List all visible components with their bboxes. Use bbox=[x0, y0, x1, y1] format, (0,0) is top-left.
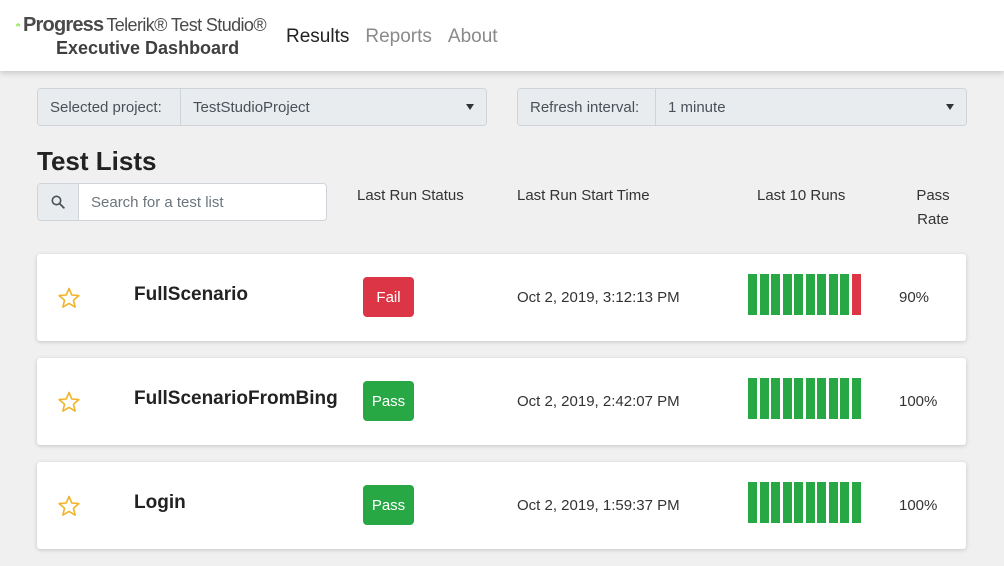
brand-progress-text: Progress bbox=[23, 13, 104, 36]
caret-down-icon bbox=[466, 104, 474, 110]
pass-rate: 100% bbox=[899, 497, 938, 514]
caret-down-icon bbox=[946, 104, 954, 110]
column-header-pass-rate[interactable]: Pass Rate bbox=[908, 184, 958, 232]
run-bar-pass[interactable] bbox=[771, 378, 780, 419]
run-bar-pass[interactable] bbox=[840, 482, 849, 523]
run-bar-pass[interactable] bbox=[782, 482, 792, 523]
run-bar-pass[interactable] bbox=[748, 274, 757, 315]
run-bar-pass[interactable] bbox=[759, 378, 769, 419]
status-badge: Fail bbox=[363, 277, 414, 317]
run-bar-pass[interactable] bbox=[794, 378, 803, 419]
pass-rate: 90% bbox=[899, 289, 930, 306]
run-bar-pass[interactable] bbox=[828, 274, 838, 315]
run-bar-pass[interactable] bbox=[828, 482, 838, 523]
project-select-group: Selected project: TestStudioProject bbox=[37, 88, 487, 126]
run-bar-pass[interactable] bbox=[771, 274, 780, 315]
run-bar-pass[interactable] bbox=[794, 274, 803, 315]
nav-about[interactable]: About bbox=[448, 26, 498, 48]
run-bar-pass[interactable] bbox=[771, 482, 780, 523]
run-bar-pass[interactable] bbox=[840, 378, 849, 419]
run-bar-pass[interactable] bbox=[817, 482, 826, 523]
refresh-select[interactable]: 1 minute bbox=[656, 89, 966, 125]
column-header-status[interactable]: Last Run Status bbox=[357, 187, 464, 204]
search-button[interactable] bbox=[38, 184, 79, 220]
run-bar-pass[interactable] bbox=[805, 482, 815, 523]
last-runs-bars bbox=[748, 378, 861, 419]
run-bar-pass[interactable] bbox=[828, 378, 838, 419]
refresh-select-group: Refresh interval: 1 minute bbox=[517, 88, 967, 126]
test-list-name[interactable]: Login bbox=[134, 492, 186, 514]
brand[interactable]: Progress Telerik® Test Studio® Executive… bbox=[16, 13, 267, 58]
star-outline-icon[interactable] bbox=[57, 390, 81, 414]
run-bar-pass[interactable] bbox=[851, 378, 861, 419]
column-header-start-time[interactable]: Last Run Start Time bbox=[517, 187, 650, 204]
refresh-select-value: 1 minute bbox=[668, 98, 726, 116]
test-list-row[interactable]: Login Pass Oct 2, 2019, 1:59:37 PM 100% bbox=[37, 462, 966, 549]
refresh-select-label: Refresh interval: bbox=[518, 89, 656, 125]
start-time: Oct 2, 2019, 1:59:37 PM bbox=[517, 497, 680, 514]
star-outline-icon[interactable] bbox=[57, 286, 81, 310]
test-list-row[interactable]: FullScenarioFromBing Pass Oct 2, 2019, 2… bbox=[37, 358, 966, 445]
brand-subtitle: Executive Dashboard bbox=[56, 38, 240, 58]
run-bar-pass[interactable] bbox=[782, 274, 792, 315]
column-header-last-runs[interactable]: Last 10 Runs bbox=[757, 187, 845, 204]
status-badge: Pass bbox=[363, 485, 414, 525]
run-bar-pass[interactable] bbox=[805, 274, 815, 315]
run-bar-pass[interactable] bbox=[794, 482, 803, 523]
last-runs-bars bbox=[748, 274, 861, 315]
run-bar-pass[interactable] bbox=[851, 482, 861, 523]
test-list-name[interactable]: FullScenario bbox=[134, 284, 248, 306]
pass-rate: 100% bbox=[899, 393, 938, 410]
star-outline-icon[interactable] bbox=[57, 494, 81, 518]
project-select-value: TestStudioProject bbox=[193, 98, 310, 116]
run-bar-pass[interactable] bbox=[817, 378, 826, 419]
start-time: Oct 2, 2019, 3:12:13 PM bbox=[517, 289, 680, 306]
nav-results[interactable]: Results bbox=[286, 26, 349, 48]
brand-product-text: Telerik® Test Studio® bbox=[106, 14, 266, 35]
main-nav: Results Reports About bbox=[286, 26, 514, 48]
page-title: Test Lists bbox=[37, 146, 157, 176]
last-runs-bars bbox=[748, 482, 861, 523]
brand-wordmark: Progress Telerik® Test Studio® bbox=[16, 13, 267, 36]
search-icon bbox=[51, 195, 65, 209]
run-bar-pass[interactable] bbox=[840, 274, 849, 315]
run-bar-pass[interactable] bbox=[805, 378, 815, 419]
run-bar-pass[interactable] bbox=[748, 378, 757, 419]
top-navbar: Progress Telerik® Test Studio® Executive… bbox=[0, 0, 1004, 71]
run-bar-pass[interactable] bbox=[759, 482, 769, 523]
progress-logo-icon bbox=[16, 23, 20, 27]
run-bar-fail[interactable] bbox=[851, 274, 861, 315]
start-time: Oct 2, 2019, 2:42:07 PM bbox=[517, 393, 680, 410]
search-input[interactable] bbox=[79, 184, 326, 220]
test-list-row[interactable]: FullScenario Fail Oct 2, 2019, 3:12:13 P… bbox=[37, 254, 966, 341]
search-group bbox=[37, 183, 327, 221]
run-bar-pass[interactable] bbox=[782, 378, 792, 419]
run-bar-pass[interactable] bbox=[748, 482, 757, 523]
nav-reports[interactable]: Reports bbox=[365, 26, 432, 48]
test-list-name[interactable]: FullScenarioFromBing bbox=[134, 388, 338, 410]
project-select[interactable]: TestStudioProject bbox=[181, 89, 486, 125]
run-bar-pass[interactable] bbox=[817, 274, 826, 315]
status-badge: Pass bbox=[363, 381, 414, 421]
run-bar-pass[interactable] bbox=[759, 274, 769, 315]
project-select-label: Selected project: bbox=[38, 89, 181, 125]
